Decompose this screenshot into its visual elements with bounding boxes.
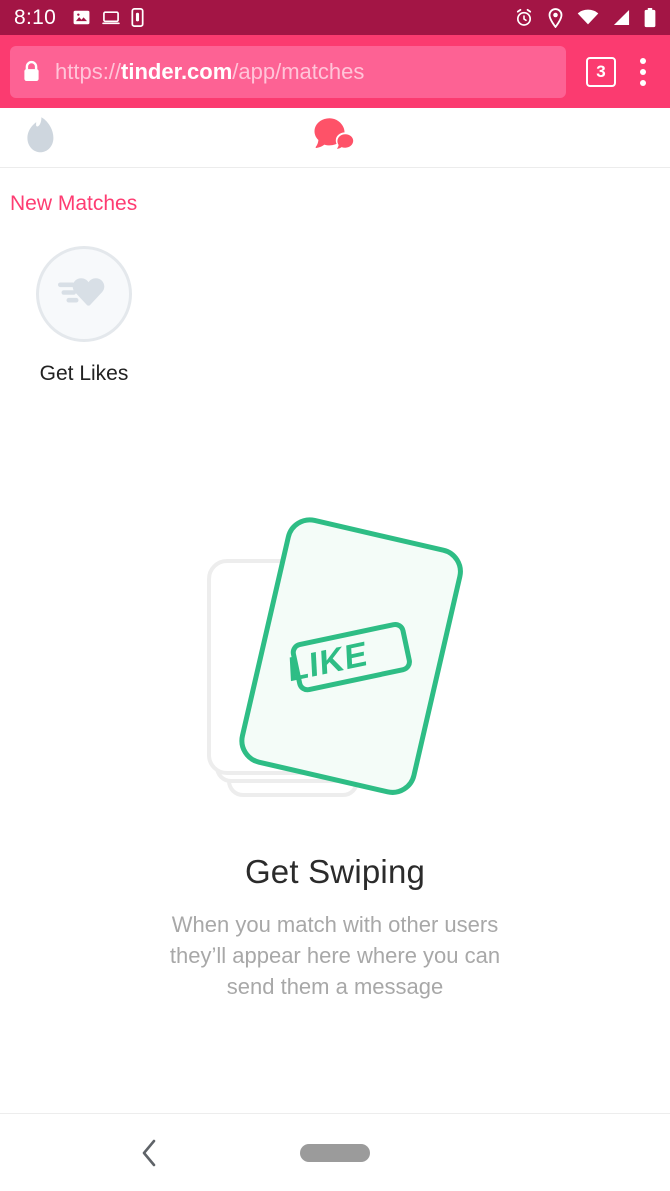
status-clock: 8:10 [14, 5, 57, 29]
menu-dot [640, 79, 646, 86]
empty-state-body-line: send them a message [226, 974, 444, 999]
empty-state: LIKE Get Swiping When you match with oth… [0, 505, 670, 1002]
cast-laptop-icon [101, 8, 121, 28]
menu-dot [640, 68, 646, 75]
tab-messages[interactable] [0, 108, 670, 166]
tab-discover[interactable] [10, 108, 70, 166]
empty-state-body-line: they’ll appear here where you can [169, 943, 501, 968]
url-text: https://tinder.com/app/matches [55, 59, 364, 85]
empty-state-body: When you match with other users they’ll … [125, 909, 545, 1002]
sim-card-icon [131, 8, 144, 27]
flying-heart-icon [57, 272, 111, 317]
overflow-menu-icon[interactable] [626, 52, 660, 92]
cellular-signal-icon [612, 9, 631, 26]
empty-state-body-line: When you match with other users [171, 912, 499, 937]
phone-screen: 8:10 https://tinder.com/app/matches 3 Ne… [0, 0, 670, 1191]
tinder-tab-bar [0, 108, 670, 168]
back-chevron-icon[interactable] [125, 1128, 175, 1178]
alarm-icon [514, 8, 534, 28]
home-pill-indicator[interactable] [300, 1143, 370, 1162]
battery-icon [644, 7, 656, 28]
lock-icon [22, 60, 41, 83]
location-icon [547, 7, 564, 28]
get-likes-avatar[interactable] [36, 246, 132, 342]
chat-bubbles-icon [310, 115, 360, 160]
status-bar-left-group: 8:10 [14, 6, 154, 30]
url-bar[interactable]: https://tinder.com/app/matches [10, 45, 566, 98]
url-path: /app/matches [232, 58, 365, 84]
android-status-bar: 8:10 [0, 0, 670, 35]
url-scheme: https:// [55, 58, 122, 84]
url-host: tinder.com [121, 58, 233, 84]
screenshot-icon [72, 8, 91, 27]
flame-icon [25, 116, 55, 159]
empty-state-title: Get Swiping [244, 853, 426, 890]
get-likes-item[interactable]: Get Likes [19, 246, 149, 386]
status-bar-right-group [501, 7, 656, 28]
swipe-cards-like-illustration: LIKE [185, 505, 485, 815]
android-navigation-bar [0, 1113, 670, 1191]
wifi-icon [577, 9, 599, 26]
get-likes-label: Get Likes [39, 362, 129, 385]
browser-toolbar: https://tinder.com/app/matches 3 [0, 35, 670, 108]
tab-switcher-button[interactable]: 3 [586, 56, 616, 87]
menu-dot [640, 57, 646, 64]
new-matches-heading: New Matches [10, 192, 138, 215]
